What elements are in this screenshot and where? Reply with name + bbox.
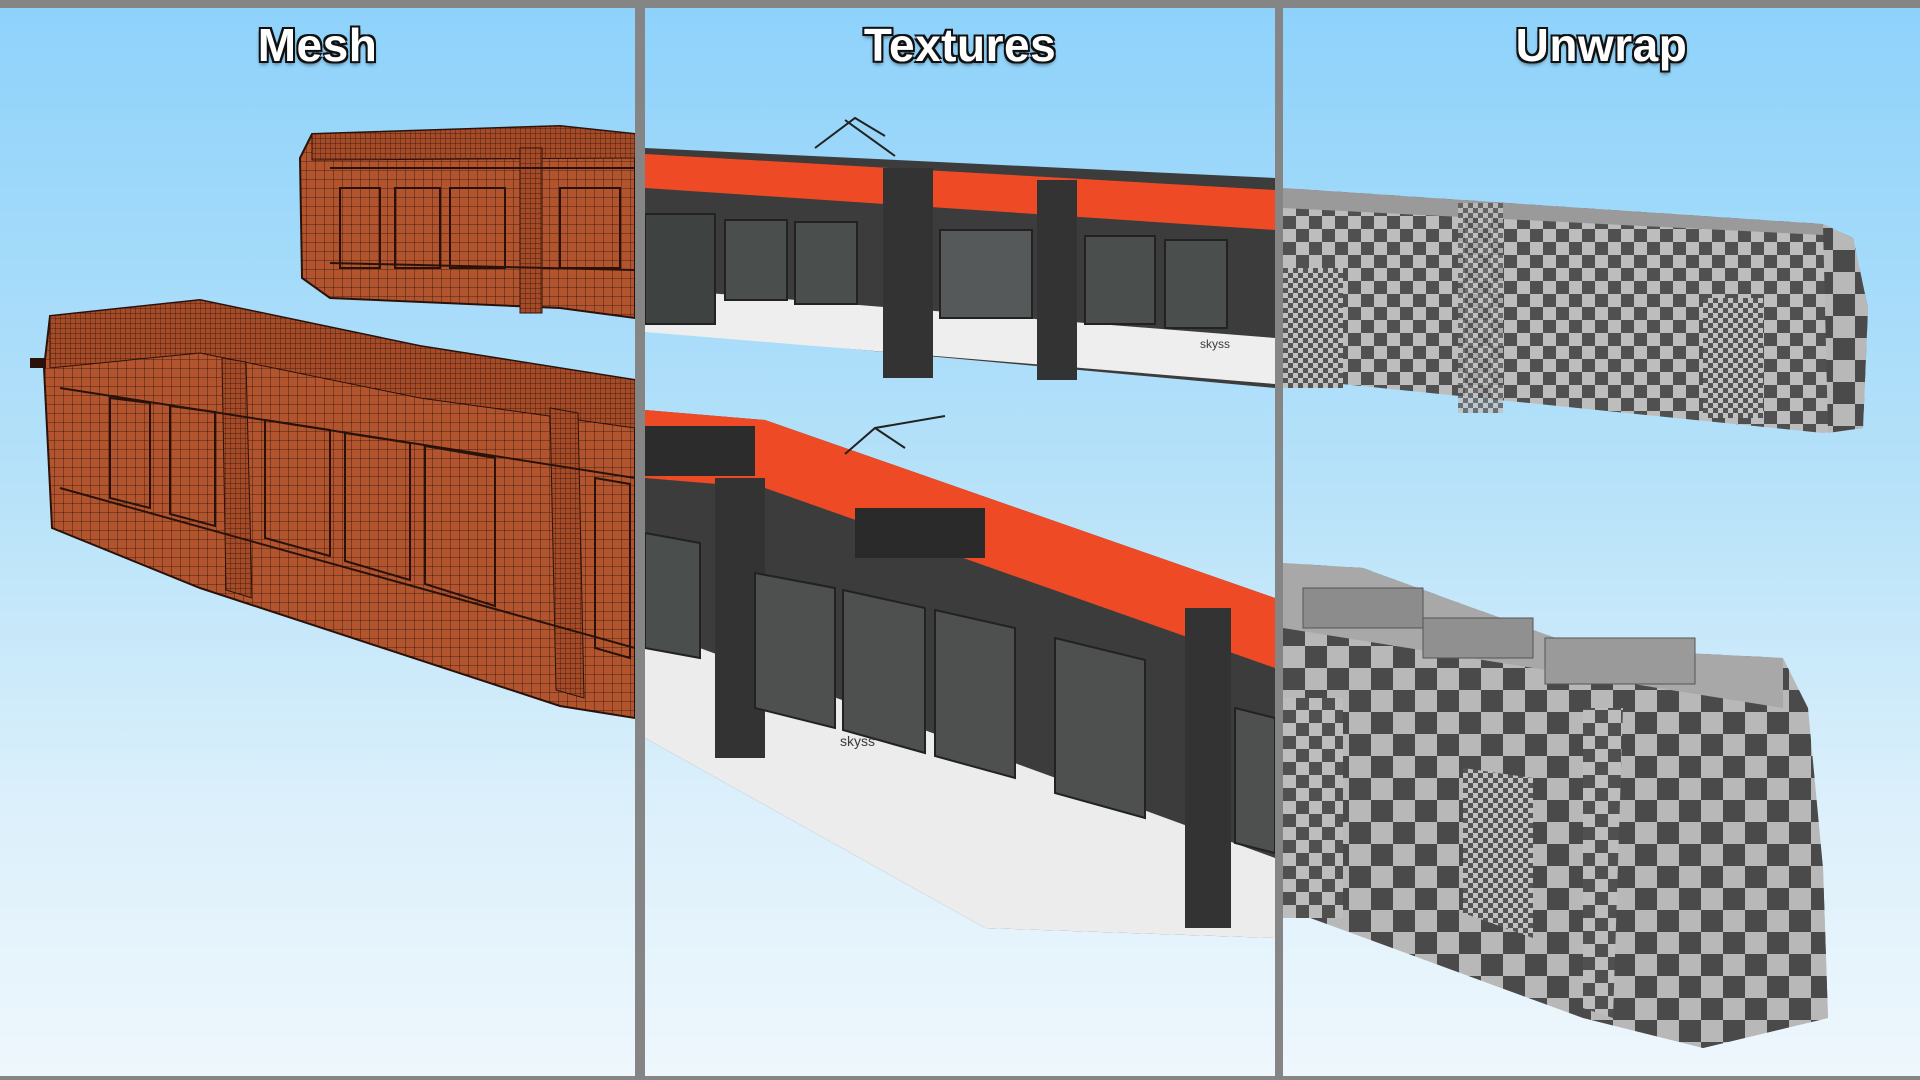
textures-render: skyss skyss (645, 116, 1275, 938)
mesh-panel: Mesh (0, 8, 635, 1076)
textured-tram-lower: skyss (645, 410, 1275, 938)
panel-divider-right (1275, 0, 1283, 1080)
textured-tram-upper: skyss (645, 116, 1275, 388)
skyss-logo-lower: skyss (840, 733, 875, 749)
viewport-frame: Mesh skyss skyss Textures Unwrap (0, 0, 1920, 1080)
panel-title-textures: Textures (863, 19, 1057, 71)
unwrap-render (1283, 188, 1868, 1048)
unwrap-tram-upper (1283, 188, 1868, 433)
mesh-render (30, 124, 635, 720)
panel-title-mesh: Mesh (257, 19, 378, 71)
textures-panel: skyss skyss Textures (645, 8, 1275, 1076)
unwrap-tram-lower (1283, 563, 1828, 1048)
panel-divider-left (635, 0, 643, 1080)
panel-title-unwrap: Unwrap (1515, 19, 1688, 71)
skyss-logo-upper: skyss (1200, 337, 1230, 351)
mesh-tram-lower (30, 298, 635, 720)
unwrap-panel: Unwrap (1283, 8, 1920, 1076)
mesh-tram-upper (298, 124, 635, 320)
